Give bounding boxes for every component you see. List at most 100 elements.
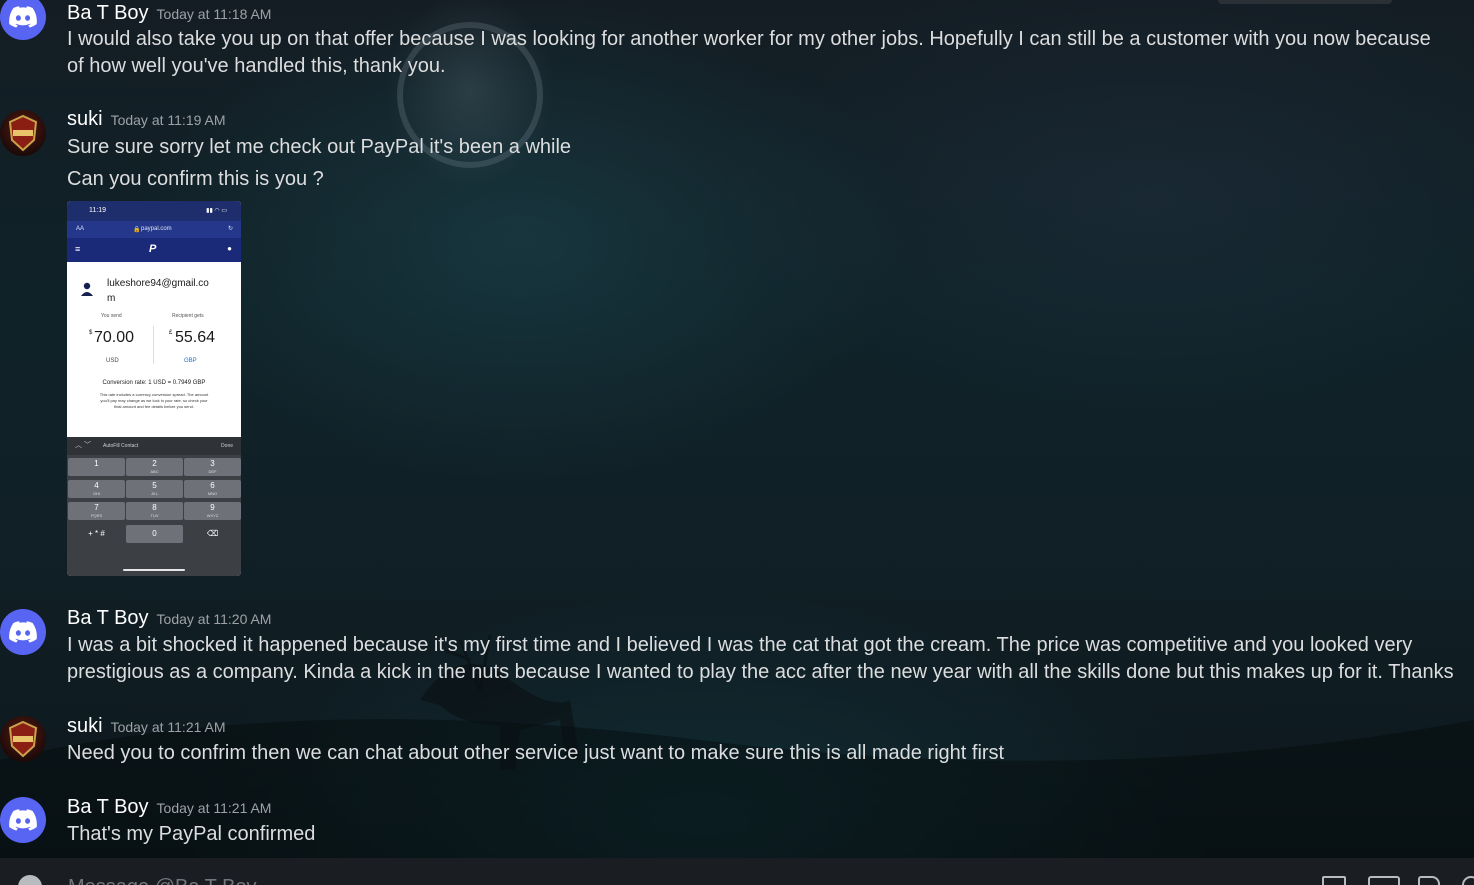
avatar[interactable] [0,797,46,843]
key-letters: DEF [208,469,217,474]
key-digit: 3 [210,459,215,468]
chevron-up-down-icon: ︿ ﹀ [75,442,91,449]
message-header: Ba T Boy Today at 11:21 AM [67,796,271,819]
recv-currency-symbol: £ [169,330,173,336]
key-digit: 2 [152,459,157,468]
message-text: Need you to confrim then we can chat abo… [67,742,1005,764]
key-letters: PQRS [90,513,103,518]
username[interactable]: Ba T Boy [67,607,149,629]
backspace-icon: ⌫ [206,529,219,538]
key-letters: WXYZ [206,513,219,518]
timestamp: Today at 11:21 AM [156,800,272,816]
keypad-key: 4 GHI [68,480,125,498]
url-text: paypal.com [141,226,172,232]
key-digit: 7 [94,503,99,512]
gift-icon[interactable] [1322,876,1346,885]
add-icon[interactable] [18,875,42,885]
send-currency-symbol: $ [89,330,93,336]
key-digit: 4 [94,481,99,490]
paypal-nav: ≡ P ● [67,238,241,262]
message-text: prestigious as a company. Kinda a kick i… [67,661,1454,683]
keypad-key: 1 [68,458,125,476]
amount-divider [153,326,154,364]
keypad-key: 9 WXYZ [184,502,241,520]
reload-icon: ↻ [227,226,233,232]
phone-keypad: ︿ ﹀ AutoFill Contact Done 1 2 ABC 3 DEF 4G… [67,437,241,576]
key-digit: 8 [152,503,157,512]
shield-emblem-icon [8,720,38,758]
disclaimer-line: final amount and fee details before you … [114,404,194,409]
keypad-key: 3 DEF [184,458,241,476]
keypad-toolbar: ︿ ﹀ AutoFill Contact Done [67,437,241,455]
key-digit: 6 [210,481,215,490]
bell-icon: ● [227,244,232,253]
message-header: Ba T Boy Today at 11:18 AM [67,2,271,24]
keypad-key: 0 [126,525,183,543]
paypal-send-form: lukeshore94@gmail.co m You send Recipien… [67,262,241,437]
message-text: That's my PayPal confirmed [67,823,316,845]
done-key: Done [221,443,233,449]
message-text: Can you confirm this is you ? [67,168,324,190]
message-header: Ba T Boy Today at 11:20 AM [67,607,271,630]
rate-disclaimer: This rate includes a currency conversion… [67,392,241,410]
you-send-label: You send [101,313,122,319]
timestamp: Today at 11:21 AM [110,719,226,735]
message-header: suki Today at 11:21 AM [67,715,226,738]
lock-icon: 🔒 [133,227,141,233]
avatar[interactable] [0,110,46,156]
user-icon [81,282,93,296]
phone-url-bar: AA 🔒 paypal.com ↻ [67,221,241,238]
message-text: Sure sure sorry let me check out PayPal … [67,136,572,158]
gif-icon[interactable] [1368,876,1400,885]
shield-emblem-icon [8,114,38,152]
key-digit: 5 [152,481,157,490]
username[interactable]: Ba T Boy [67,796,149,818]
recipient-email: lukeshore94@gmail.co [107,278,209,289]
message-text: I was a bit shocked it happened because … [67,634,1413,656]
key-digit: 1 [94,459,99,468]
phone-status-bar: 11:19 ▮▮ ◠ ▭ [67,201,241,221]
message-input[interactable]: Message @Ba T Boy [68,876,257,885]
message-text: of how well you've handled this, thank y… [67,55,446,77]
avatar[interactable] [0,716,46,762]
recv-amount: 55.64 [175,329,216,346]
username[interactable]: suki [67,108,103,130]
key-digit: 9 [210,503,215,512]
recipient-email-cont: m [107,293,116,304]
conversion-rate: Conversion rate: 1 USD = 0.7949 GBP [102,380,206,386]
key-letters: GHI [92,491,101,496]
keypad-key: + * # [88,529,105,538]
timestamp: Today at 11:20 AM [156,611,272,627]
key-letters: ABC [150,469,159,474]
autofill-contact: AutoFill Contact [103,443,139,449]
send-amount: 70.00 [94,329,135,346]
keypad-key: 2 ABC [126,458,183,476]
status-time: 11:19 [89,207,106,214]
recv-currency: GBP [184,358,197,364]
username[interactable]: suki [67,715,103,737]
key-letters: MNO [207,491,218,496]
username[interactable]: Ba T Boy [67,2,149,24]
message-composer: Message @Ba T Boy [0,858,1474,885]
text-size-label: AA [76,226,85,232]
message-text: I would also take you up on that offer b… [67,28,1431,50]
home-indicator [123,569,185,571]
keypad-key: 6 MNO [184,480,241,498]
key-letters: JKL [151,491,158,496]
timestamp: Today at 11:19 AM [110,112,226,128]
message-header: suki Today at 11:19 AM [67,108,226,131]
recipient-gets-label: Recipient gets [172,313,204,319]
paypal-logo-icon: P [149,243,157,255]
discord-logo-icon [9,621,37,643]
discord-logo-icon [9,809,37,831]
send-currency: USD [106,358,119,364]
image-attachment[interactable]: 11:19 ▮▮ ◠ ▭ AA 🔒 paypal.com ↻ ≡ P ● luk… [67,201,241,576]
menu-icon: ≡ [75,244,81,254]
signal-battery-icon: ▮▮ ◠ ▭ [206,208,227,214]
clipped-header: Ba T Boy Today at 11:18 AM [0,0,1474,24]
avatar[interactable] [0,609,46,655]
key-letters: TUV [150,513,159,518]
emoji-icon[interactable] [1462,876,1474,885]
keypad-key: 8 TUV [126,502,183,520]
sticker-icon[interactable] [1418,876,1440,885]
